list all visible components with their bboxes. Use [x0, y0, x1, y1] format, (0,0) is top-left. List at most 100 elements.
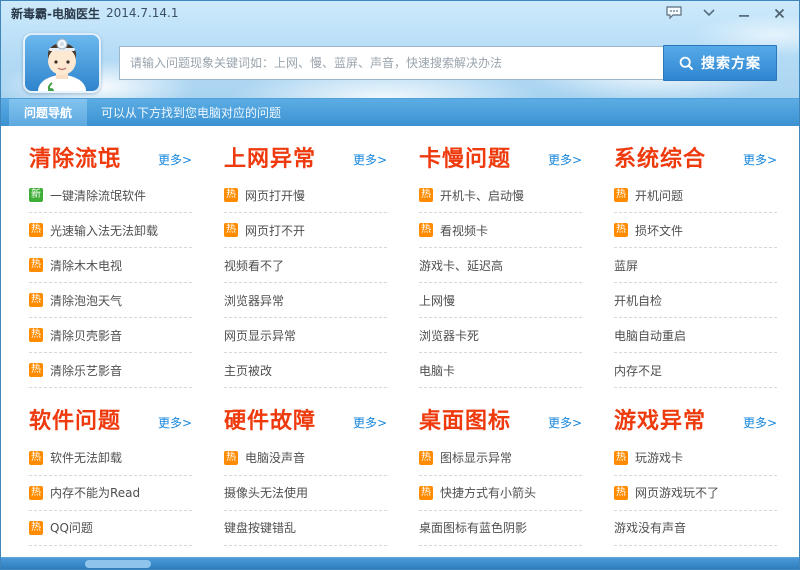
search-button[interactable]: 搜索方案 [663, 45, 777, 81]
list-item[interactable]: 主页被改 [224, 353, 387, 388]
category-grid: 清除流氓更多> 新一键清除流氓软件热光速输入法无法卸载热清除木木电视热清除泡泡天气… [1, 126, 799, 546]
list-item[interactable]: 内存不足 [614, 353, 777, 388]
list-item[interactable]: 浏览器卡死 [419, 318, 582, 353]
category: 硬件故障 更多> 热电脑没声音摄像头无法使用键盘按键错乱 [224, 388, 387, 545]
header: 新毒霸-电脑医生 2014.7.14.1 [1, 1, 799, 98]
list-item[interactable]: 热玩游戏卡 [614, 441, 777, 476]
search-button-label: 搜索方案 [701, 53, 761, 73]
minimize-button[interactable] [734, 5, 754, 21]
hot-badge: 热 [29, 293, 43, 307]
hot-badge: 热 [29, 486, 43, 500]
list-item[interactable]: 游戏没有声音 [614, 511, 777, 546]
list-item[interactable]: 热网页游戏玩不了 [614, 476, 777, 511]
list-item[interactable]: 上网慢 [419, 283, 582, 318]
item-label: 损坏文件 [635, 222, 683, 239]
list-item[interactable]: 游戏卡、延迟高 [419, 248, 582, 283]
list-item[interactable]: 热快捷方式有小箭头 [419, 476, 582, 511]
item-list: 热开机卡、启动慢热看视频卡游戏卡、延迟高上网慢浏览器卡死电脑卡 [419, 178, 582, 388]
list-item[interactable]: 视频看不了 [224, 248, 387, 283]
hot-badge: 热 [614, 451, 628, 465]
more-link[interactable]: 更多> [353, 414, 387, 436]
item-list: 新一键清除流氓软件热光速输入法无法卸载热清除木木电视热清除泡泡天气热清除贝壳影音… [29, 178, 192, 388]
hot-badge: 热 [224, 188, 238, 202]
minimize-icon [738, 8, 750, 18]
app-version: 2014.7.14.1 [106, 6, 179, 20]
item-list: 热开机问题热损坏文件蓝屏开机自检电脑自动重启内存不足 [614, 178, 777, 388]
list-item[interactable]: 蓝屏 [614, 248, 777, 283]
category: 清除流氓更多> 新一键清除流氓软件热光速输入法无法卸载热清除木木电视热清除泡泡天气… [29, 126, 192, 388]
feedback-button[interactable] [664, 5, 684, 21]
list-item[interactable]: 热图标显示异常 [419, 441, 582, 476]
more-link[interactable]: 更多> [548, 414, 582, 436]
item-label: 主页被改 [224, 362, 272, 379]
item-list: 热网页打开慢热网页打不开视频看不了浏览器异常网页显示异常主页被改 [224, 178, 387, 388]
list-item[interactable]: 开机自检 [614, 283, 777, 318]
list-item[interactable]: 网页显示异常 [224, 318, 387, 353]
list-item[interactable]: 热开机卡、启动慢 [419, 178, 582, 213]
category-title: 软件问题 [29, 409, 121, 435]
list-item[interactable]: 电脑自动重启 [614, 318, 777, 353]
list-item[interactable]: 浏览器异常 [224, 283, 387, 318]
hot-badge: 热 [29, 451, 43, 465]
list-item[interactable]: 热清除泡泡天气 [29, 283, 192, 318]
category-title: 桌面图标 [419, 409, 511, 435]
item-label: QQ问题 [50, 519, 93, 536]
list-item[interactable]: 摄像头无法使用 [224, 476, 387, 511]
hot-badge: 热 [614, 188, 628, 202]
category-header: 游戏异常更多> [614, 409, 777, 435]
navbar: 问题导航 可以从下方找到您电脑对应的问题 [1, 98, 799, 126]
list-item[interactable]: 热软件无法卸载 [29, 441, 192, 476]
hot-badge: 热 [29, 223, 43, 237]
list-item[interactable]: 热QQ问题 [29, 511, 192, 546]
more-link[interactable]: 更多> [353, 151, 387, 173]
category-header: 系统综合 更多> [614, 147, 777, 173]
more-link[interactable]: 更多> [158, 151, 192, 173]
list-item[interactable]: 热清除木木电视 [29, 248, 192, 283]
tab-problem-navigation[interactable]: 问题导航 [9, 99, 87, 126]
speech-bubble-icon [666, 6, 682, 20]
list-item[interactable]: 热内存不能为Read [29, 476, 192, 511]
list-item[interactable]: 热网页打开慢 [224, 178, 387, 213]
scrollbar-thumb[interactable] [85, 560, 151, 568]
list-item[interactable]: 热电脑没声音 [224, 441, 387, 476]
hot-badge: 热 [224, 451, 238, 465]
list-item[interactable]: 桌面图标有蓝色阴影 [419, 511, 582, 546]
bottom-scrollbar[interactable] [1, 557, 799, 569]
more-link[interactable]: 更多> [743, 151, 777, 173]
list-item[interactable]: 热清除贝壳影音 [29, 318, 192, 353]
more-link[interactable]: 更多> [743, 414, 777, 436]
category: 上网异常更多>热网页打开慢热网页打不开视频看不了浏览器异常网页显示异常主页被改 [224, 126, 387, 388]
hot-badge: 热 [29, 363, 43, 377]
hot-badge: 热 [29, 258, 43, 272]
category: 卡慢问题 更多> 热开机卡、启动慢热看视频卡游戏卡、延迟高上网慢浏览器卡死电脑卡 [419, 126, 582, 388]
hot-badge: 热 [419, 486, 433, 500]
hot-badge: 热 [29, 328, 43, 342]
search-input[interactable] [119, 46, 663, 80]
hot-badge: 热 [419, 451, 433, 465]
item-label: 键盘按键错乱 [224, 519, 296, 536]
item-label: 摄像头无法使用 [224, 484, 308, 501]
list-item[interactable]: 热清除乐艺影音 [29, 353, 192, 388]
category-title: 系统综合 [614, 147, 706, 173]
list-item[interactable]: 热开机问题 [614, 178, 777, 213]
magnifier-icon [679, 56, 694, 71]
item-label: 浏览器异常 [224, 292, 284, 309]
item-label: 清除贝壳影音 [50, 327, 122, 344]
list-item[interactable]: 热损坏文件 [614, 213, 777, 248]
more-link[interactable]: 更多> [158, 414, 192, 436]
list-item[interactable]: 键盘按键错乱 [224, 511, 387, 546]
list-item[interactable]: 热光速输入法无法卸载 [29, 213, 192, 248]
category-title: 硬件故障 [224, 409, 316, 435]
list-item[interactable]: 热看视频卡 [419, 213, 582, 248]
list-item[interactable]: 新一键清除流氓软件 [29, 178, 192, 213]
category: 游戏异常更多> 热玩游戏卡热网页游戏玩不了游戏没有声音 [614, 388, 777, 545]
category-header: 清除流氓更多> [29, 147, 192, 173]
list-item[interactable]: 电脑卡 [419, 353, 582, 388]
more-link[interactable]: 更多> [548, 151, 582, 173]
list-item[interactable]: 热网页打不开 [224, 213, 387, 248]
menu-button[interactable] [699, 5, 719, 21]
hot-badge: 热 [614, 223, 628, 237]
close-button[interactable] [769, 5, 789, 21]
item-label: 电脑没声音 [245, 449, 305, 466]
category-title: 卡慢问题 [419, 147, 511, 173]
